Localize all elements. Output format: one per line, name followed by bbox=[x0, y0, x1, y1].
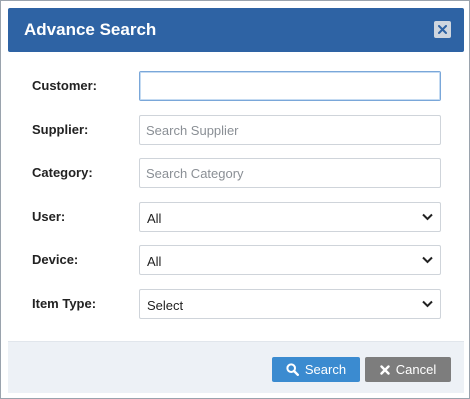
search-button[interactable]: Search bbox=[272, 357, 360, 382]
dialog-body: Customer: Supplier: Category: User: All … bbox=[8, 52, 464, 341]
chevron-down-icon bbox=[422, 300, 433, 308]
customer-label: Customer: bbox=[32, 78, 98, 93]
item-type-row: Item Type: Select bbox=[8, 289, 464, 319]
x-icon bbox=[380, 364, 390, 375]
search-icon bbox=[286, 363, 299, 376]
advance-search-dialog: Advance Search Customer: Supplier: Categ… bbox=[0, 0, 470, 399]
category-input[interactable] bbox=[139, 158, 441, 188]
device-row: Device: All bbox=[8, 245, 464, 275]
customer-row: Customer: bbox=[8, 71, 464, 101]
chevron-down-icon bbox=[422, 256, 433, 264]
search-button-label: Search bbox=[304, 362, 347, 377]
cancel-button-label: Cancel bbox=[395, 362, 437, 377]
category-label: Category: bbox=[32, 165, 93, 180]
device-select[interactable]: All bbox=[139, 245, 441, 275]
item-type-select[interactable]: Select bbox=[139, 289, 441, 319]
device-label: Device: bbox=[32, 252, 79, 267]
user-row: User: All bbox=[8, 202, 464, 232]
item-type-select-value: Select bbox=[147, 298, 184, 313]
supplier-input[interactable] bbox=[139, 115, 441, 145]
chevron-down-icon bbox=[422, 213, 433, 221]
supplier-row: Supplier: bbox=[8, 115, 464, 145]
customer-input[interactable] bbox=[139, 71, 441, 101]
close-icon bbox=[438, 25, 447, 34]
cancel-button[interactable]: Cancel bbox=[365, 357, 451, 382]
dialog-footer: Search Cancel bbox=[8, 341, 464, 393]
close-button[interactable] bbox=[434, 21, 451, 38]
category-row: Category: bbox=[8, 158, 464, 188]
user-select-value: All bbox=[147, 211, 162, 226]
user-select[interactable]: All bbox=[139, 202, 441, 232]
dialog-title: Advance Search bbox=[24, 20, 157, 39]
device-select-value: All bbox=[147, 254, 162, 269]
item-type-label: Item Type: bbox=[32, 296, 97, 311]
dialog-header: Advance Search bbox=[8, 8, 464, 52]
user-label: User: bbox=[32, 209, 66, 224]
supplier-label: Supplier: bbox=[32, 122, 89, 137]
